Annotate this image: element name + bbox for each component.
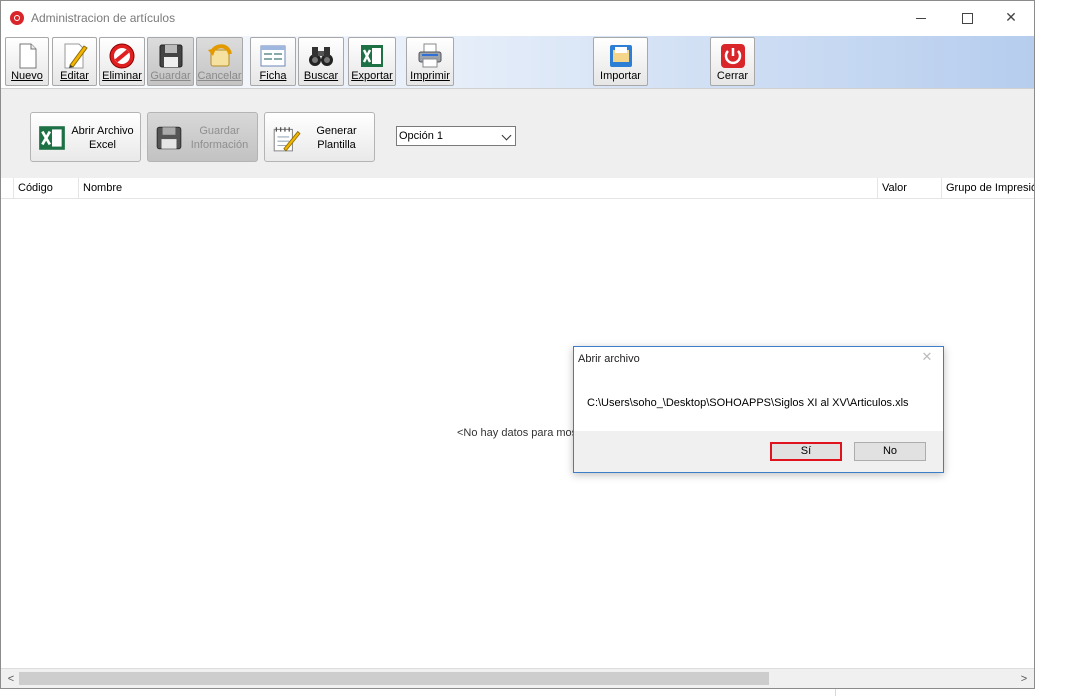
- generate-template-button[interactable]: Generar Plantilla: [264, 112, 375, 162]
- app-icon: [10, 11, 24, 25]
- guardar-label: Guardar: [150, 70, 191, 82]
- importar-button[interactable]: Importar: [593, 37, 648, 86]
- imprimir-button[interactable]: Imprimir: [406, 37, 454, 86]
- ficha-button[interactable]: Ficha: [250, 37, 296, 86]
- cancelar-label: Cancelar: [197, 70, 242, 82]
- buscar-label: Buscar: [303, 70, 339, 82]
- import-folder-icon: [609, 45, 632, 67]
- cerrar-label: Cerrar: [716, 70, 749, 82]
- exportar-label: Exportar: [351, 70, 393, 82]
- buscar-button[interactable]: Buscar: [298, 37, 344, 86]
- editar-label: Editar: [60, 70, 89, 82]
- exportar-button[interactable]: Exportar: [348, 37, 396, 86]
- importar-label: Importar: [600, 70, 641, 82]
- option-select[interactable]: Opción 1: [396, 126, 516, 146]
- window-title: Administracion de artículos: [31, 11, 176, 25]
- column-header-nombre[interactable]: Nombre: [78, 178, 877, 198]
- editar-button[interactable]: Editar: [52, 37, 97, 86]
- open-excel-label: Abrir Archivo Excel: [67, 124, 138, 152]
- save-info-line2: Información: [190, 139, 249, 151]
- save-info-button[interactable]: Guardar Información: [147, 112, 258, 162]
- open-excel-button[interactable]: Abrir Archivo Excel: [30, 112, 141, 162]
- column-header-valor[interactable]: Valor: [877, 178, 941, 198]
- title-bar: Administracion de artículos ✕: [1, 1, 1034, 35]
- horizontal-scrollbar[interactable]: < >: [1, 668, 1034, 688]
- main-window: Administracion de artículos ✕ Nuevo Edit…: [0, 0, 1035, 689]
- binoculars-icon: [309, 47, 333, 66]
- cerrar-button[interactable]: Cerrar: [710, 37, 755, 86]
- maximize-button[interactable]: [945, 5, 989, 31]
- action-panel: Abrir Archivo Excel Guardar Información: [1, 88, 1034, 179]
- option-select-value: Opción 1: [399, 130, 444, 142]
- generate-template-label: Generar Plantilla: [301, 124, 372, 152]
- open-excel-line2: Excel: [89, 139, 116, 151]
- undo-arrow-icon: [207, 44, 232, 67]
- cancelar-button[interactable]: Cancelar: [196, 37, 243, 86]
- floppy-disk-icon: [159, 44, 182, 68]
- open-file-dialog: Abrir archivo ✕ C:\Users\soho_\Desktop\S…: [573, 346, 944, 473]
- scroll-left-icon[interactable]: <: [3, 671, 19, 687]
- minimize-button[interactable]: [899, 5, 943, 31]
- column-header-codigo[interactable]: Código: [13, 178, 78, 198]
- background-area: [1035, 0, 1069, 696]
- printer-icon: [418, 43, 442, 68]
- notepad-pencil-icon: [273, 127, 301, 152]
- generate-template-line2: Plantilla: [317, 139, 356, 151]
- pencil-icon: [64, 43, 88, 69]
- guardar-button[interactable]: Guardar: [147, 37, 194, 86]
- eliminar-button[interactable]: Eliminar: [99, 37, 145, 86]
- document-icon: [19, 43, 37, 69]
- imprimir-label: Imprimir: [410, 70, 450, 82]
- generate-template-line1: Generar: [316, 125, 357, 137]
- form-icon: [260, 45, 286, 67]
- eliminar-label: Eliminar: [102, 70, 142, 82]
- scroll-right-icon[interactable]: >: [1016, 671, 1032, 687]
- floppy-disk-icon: [156, 126, 182, 150]
- close-icon[interactable]: ✕: [919, 350, 935, 366]
- yes-button[interactable]: Sí: [770, 442, 842, 461]
- dialog-message: C:\Users\soho_\Desktop\SOHOAPPS\Siglos X…: [587, 397, 909, 409]
- column-header-grupo-impresion[interactable]: Grupo de Impresión: [941, 178, 1034, 198]
- empty-grid-message: <No hay datos para most: [457, 427, 581, 439]
- chevron-down-icon: [501, 130, 512, 141]
- close-window-button[interactable]: ✕: [989, 5, 1033, 31]
- save-info-label: Guardar Información: [184, 124, 255, 152]
- ficha-label: Ficha: [259, 70, 287, 82]
- scrollbar-thumb[interactable]: [19, 672, 769, 685]
- nuevo-label: Nuevo: [11, 70, 43, 82]
- open-excel-line1: Abrir Archivo: [71, 125, 134, 137]
- toolbar: Nuevo Editar Eliminar Guardar Cancelar F…: [1, 36, 1034, 88]
- no-entry-icon: [109, 43, 135, 69]
- excel-icon: [361, 45, 383, 67]
- nuevo-button[interactable]: Nuevo: [5, 37, 49, 86]
- dialog-footer: Sí No: [574, 431, 943, 472]
- excel-icon: [39, 126, 65, 150]
- power-icon: [720, 44, 745, 68]
- grid-header: Código Nombre Valor Grupo de Impresión: [1, 178, 1034, 199]
- save-info-line1: Guardar: [199, 125, 240, 137]
- no-button[interactable]: No: [854, 442, 926, 461]
- dialog-title: Abrir archivo: [578, 353, 640, 365]
